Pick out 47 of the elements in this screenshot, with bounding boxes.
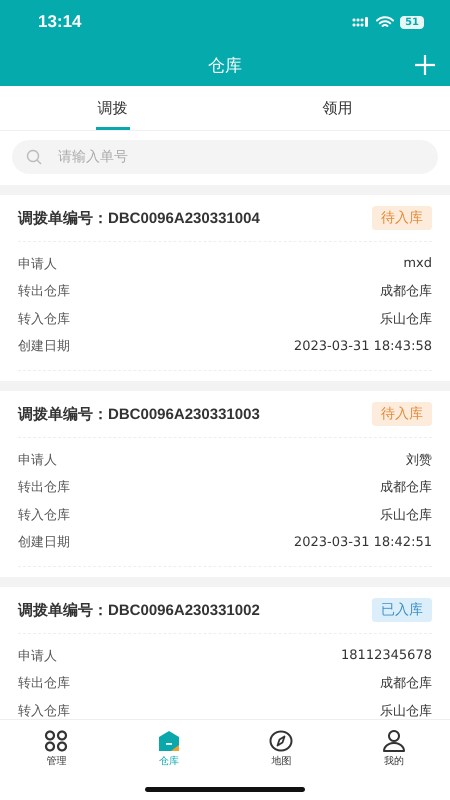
- field-label: 申请人: [18, 648, 57, 665]
- compass-icon[interactable]: [269, 730, 294, 752]
- field-value: 2023-03-31 18:43:58: [294, 338, 432, 354]
- wifi-icon: [376, 16, 394, 28]
- status-badge: 已入库: [372, 598, 432, 622]
- field-label: 转入仓库: [18, 506, 70, 524]
- field-value: 乐山仓库: [380, 506, 432, 524]
- status-badge: 待入库: [372, 402, 432, 426]
- field-value: 成都仓库: [380, 675, 432, 692]
- tab[interactable]: 领用: [225, 86, 450, 130]
- search-field[interactable]: 请输入单号: [12, 140, 438, 174]
- order-number: 调拨单编号：DBC0096A230331003: [18, 404, 260, 424]
- signal-icon: [352, 17, 370, 27]
- order-card[interactable]: 调拨单编号：DBC0096A230331003 待入库 申请人 刘赞 转出仓库 成都仓库 转入仓库 乐山仓库 创建日期 2023-03-31 18:42:51: [0, 391, 450, 577]
- add-icon[interactable]: [414, 54, 436, 76]
- field-value: 乐山仓库: [380, 310, 432, 328]
- page-title: 仓库: [208, 54, 242, 76]
- nav-tab[interactable]: 我的: [384, 754, 404, 768]
- field-value: 2023-03-31 18:42:51: [294, 534, 432, 550]
- field-label: 创建日期: [18, 338, 70, 356]
- field-value: 18112345678: [341, 648, 432, 664]
- person-icon[interactable]: [382, 730, 406, 752]
- tab[interactable]: 调拨: [0, 86, 225, 130]
- order-card[interactable]: 调拨单编号：DBC0096A230331002 已入库 申请人 18112345678 转出仓库 成都仓库 转入仓库 乐山仓库: [0, 587, 450, 719]
- field-value: 成都仓库: [380, 479, 432, 496]
- field-label: 创建日期: [18, 534, 70, 552]
- field-label: 转出仓库: [18, 283, 70, 300]
- status-badge: 待入库: [372, 206, 432, 230]
- field-label: 申请人: [18, 452, 57, 469]
- house-icon[interactable]: [158, 730, 180, 752]
- order-number: 调拨单编号：DBC0096A230331002: [18, 600, 260, 620]
- field-label: 转入仓库: [18, 310, 70, 328]
- field-label: 转出仓库: [18, 479, 70, 496]
- nav-tab[interactable]: 管理: [46, 754, 66, 768]
- field-label: 转入仓库: [18, 702, 70, 719]
- field-value: 刘赞: [406, 452, 432, 469]
- nav-tab[interactable]: 地图: [271, 754, 292, 768]
- field-label: 转出仓库: [18, 675, 70, 692]
- field-value: 成都仓库: [380, 283, 432, 300]
- field-value: 乐山仓库: [380, 702, 432, 719]
- field-label: 申请人: [18, 256, 57, 273]
- order-card[interactable]: 调拨单编号：DBC0096A230331004 待入库 申请人 mxd 转出仓库 成都仓库 转入仓库 乐山仓库 创建日期 2023-03-31 18:43:58: [0, 195, 450, 381]
- status-time: 13:14: [38, 12, 82, 32]
- battery-level: 51: [400, 16, 424, 28]
- grid-icon[interactable]: [44, 730, 68, 752]
- field-value: mxd: [403, 256, 432, 272]
- order-number: 调拨单编号：DBC0096A230331004: [18, 208, 260, 228]
